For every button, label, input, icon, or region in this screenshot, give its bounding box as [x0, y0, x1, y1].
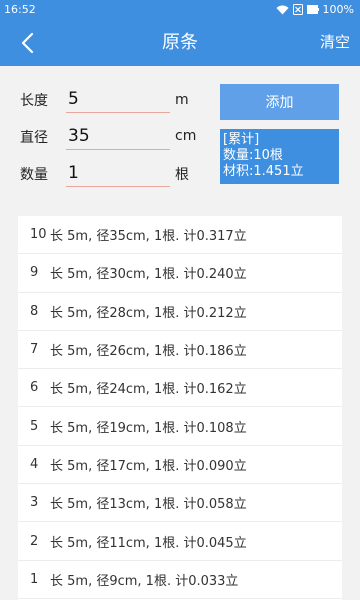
item-text: 长 5m, 径19cm, 1根. 计0.108立: [50, 420, 247, 436]
item-index: 4: [30, 456, 39, 472]
status-bar: 16:52 100%: [0, 0, 360, 19]
sim-icon: [292, 4, 303, 15]
item-index: 10: [30, 227, 47, 243]
clear-button[interactable]: 清空: [320, 19, 350, 66]
summary-box: [累计] 数量:10根 材积:1.451立: [220, 129, 339, 184]
summary-count: 数量:10根: [223, 148, 283, 163]
item-index: 3: [30, 495, 39, 511]
list-item[interactable]: 2 长 5m, 径11cm, 1根. 计0.045立: [18, 522, 342, 561]
item-text: 长 5m, 径35cm, 1根. 计0.317立: [50, 229, 247, 245]
item-index: 9: [30, 265, 39, 281]
length-unit: m: [175, 92, 189, 108]
input-form: 长度 m 直径 cm 数量 根 添加 [累计] 数量:10根 材积:1.451立: [0, 66, 360, 200]
item-text: 长 5m, 径28cm, 1根. 计0.212立: [50, 305, 247, 321]
item-index: 1: [30, 571, 39, 587]
item-index: 2: [30, 533, 39, 549]
diameter-label: 直径: [20, 130, 48, 146]
wifi-icon: [276, 5, 289, 14]
page-title: 原条: [162, 32, 198, 53]
item-index: 8: [30, 303, 39, 319]
item-index: 6: [30, 380, 39, 396]
item-text: 长 5m, 径13cm, 1根. 计0.058立: [50, 497, 247, 513]
list-item[interactable]: 6 长 5m, 径24cm, 1根. 计0.162立: [18, 369, 342, 408]
item-text: 长 5m, 径11cm, 1根. 计0.045立: [50, 535, 247, 551]
diameter-unit: cm: [175, 128, 197, 144]
app-bar: 原条 清空: [0, 19, 360, 66]
list-item[interactable]: 1 长 5m, 径9cm, 1根. 计0.033立: [18, 561, 342, 599]
list-item[interactable]: 9 长 5m, 径30cm, 1根. 计0.240立: [18, 254, 342, 293]
status-time: 16:52: [4, 3, 36, 16]
item-text: 长 5m, 径24cm, 1根. 计0.162立: [50, 382, 247, 398]
summary-volume: 材积:1.451立: [223, 164, 304, 179]
diameter-input[interactable]: [66, 122, 170, 150]
quantity-unit: 根: [175, 167, 189, 183]
list-item[interactable]: 8 长 5m, 径28cm, 1根. 计0.212立: [18, 293, 342, 331]
item-text: 长 5m, 径30cm, 1根. 计0.240立: [50, 267, 247, 283]
list-item[interactable]: 5 长 5m, 径19cm, 1根. 计0.108立: [18, 407, 342, 446]
length-label: 长度: [20, 93, 48, 109]
item-text: 长 5m, 径26cm, 1根. 计0.186立: [50, 344, 247, 360]
battery-level: 100%: [322, 3, 354, 16]
item-text: 长 5m, 径9cm, 1根. 计0.033立: [50, 573, 239, 589]
length-input[interactable]: [66, 85, 170, 113]
list-item[interactable]: 7 长 5m, 径26cm, 1根. 计0.186立: [18, 331, 342, 370]
summary-heading: [累计]: [223, 132, 260, 147]
status-icons: 100%: [276, 3, 354, 16]
list-item[interactable]: 3 长 5m, 径13cm, 1根. 计0.058立: [18, 484, 342, 523]
item-index: 5: [30, 418, 39, 434]
list-item[interactable]: 10 长 5m, 径35cm, 1根. 计0.317立: [18, 216, 342, 255]
battery-icon: [306, 5, 319, 14]
add-button[interactable]: 添加: [220, 84, 339, 120]
item-text: 长 5m, 径17cm, 1根. 计0.090立: [50, 458, 247, 474]
record-list[interactable]: 10 长 5m, 径35cm, 1根. 计0.317立 9 长 5m, 径30cm,…: [18, 216, 342, 600]
list-item[interactable]: 4 长 5m, 径17cm, 1根. 计0.090立: [18, 446, 342, 485]
quantity-input[interactable]: [66, 159, 170, 187]
item-index: 7: [30, 342, 39, 358]
quantity-label: 数量: [20, 167, 48, 183]
